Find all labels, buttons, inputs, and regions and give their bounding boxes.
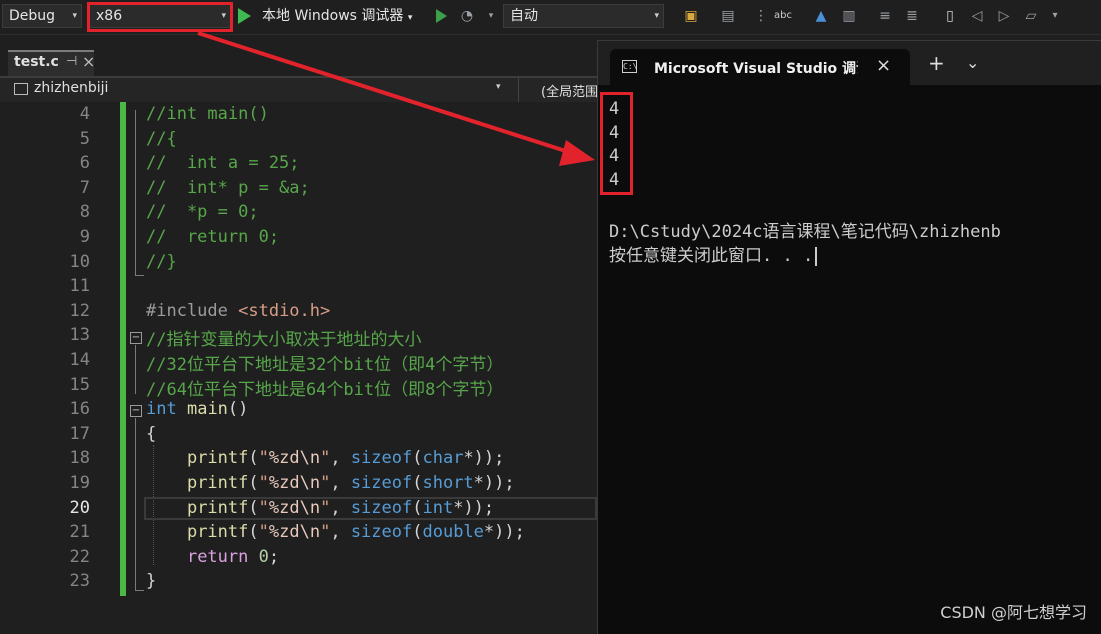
arrow-shaft: [197, 31, 576, 156]
watermark: CSDN @阿七想学习: [940, 603, 1087, 622]
arrow-head: [559, 140, 595, 166]
annotation-arrow: [197, 31, 595, 166]
